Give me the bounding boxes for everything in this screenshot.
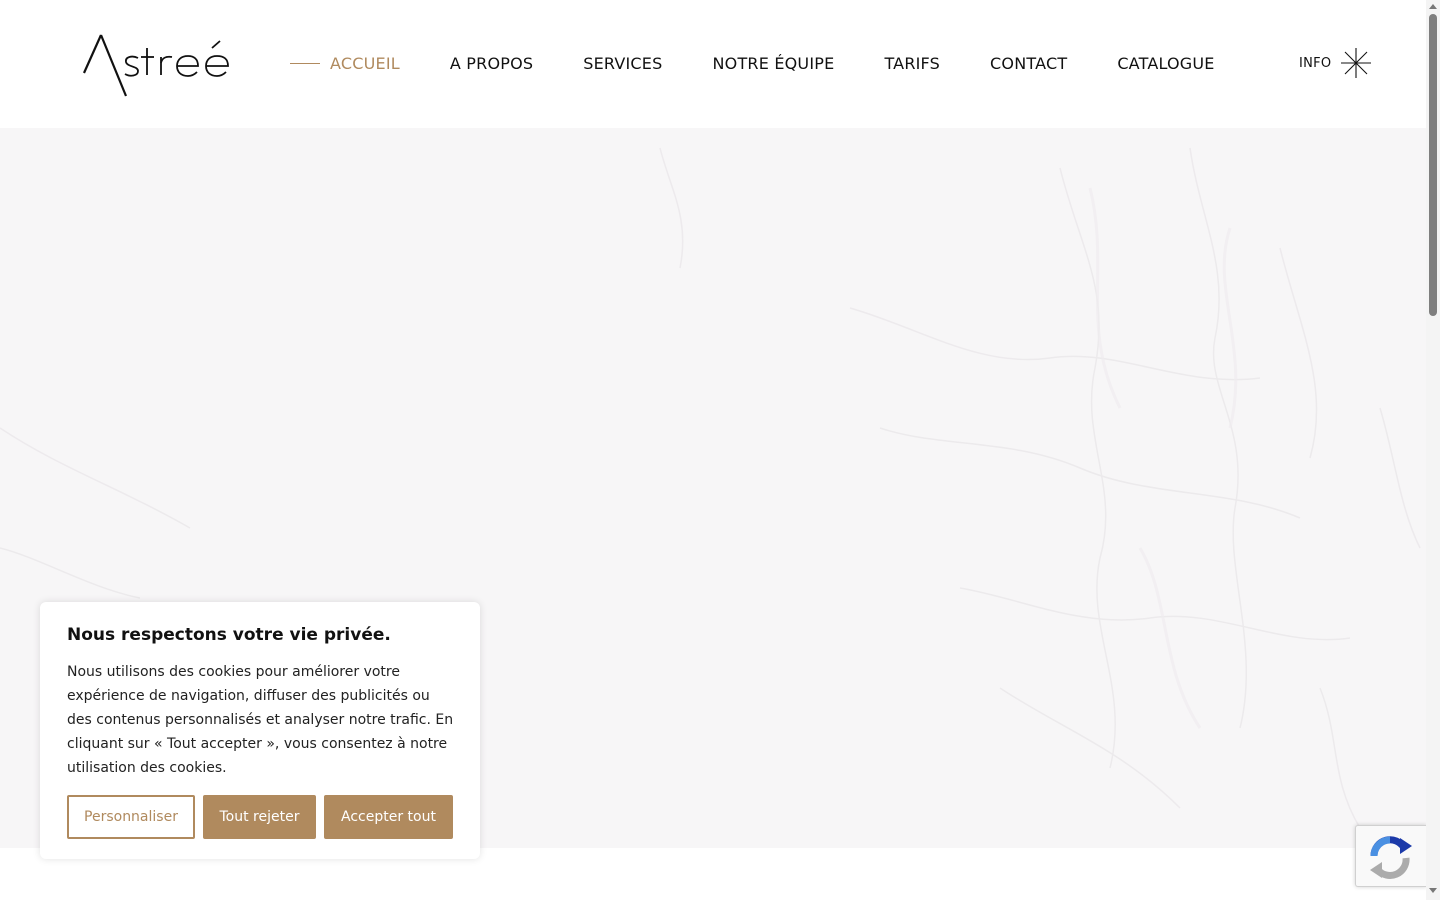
nav-item-services[interactable]: SERVICES (583, 54, 662, 73)
active-indicator-line (290, 62, 320, 64)
main-nav: ACCUEIL A PROPOS SERVICES NOTRE ÉQUIPE T… (290, 50, 1215, 76)
recaptcha-badge[interactable] (1355, 825, 1427, 887)
info-label: INFO (1299, 55, 1332, 71)
info-toggle[interactable]: INFO (1299, 44, 1373, 82)
asterisk-star-icon (1341, 48, 1372, 78)
cookie-consent-banner: Nous respectons votre vie privée. Nous u… (40, 602, 480, 859)
astree-logo-icon (82, 34, 229, 97)
nav-item-label: ACCUEIL (330, 53, 400, 73)
scrollbar-thumb[interactable] (1429, 14, 1437, 316)
scroll-up-arrow-icon[interactable] (1429, 4, 1437, 9)
nav-item-notre-equipe[interactable]: NOTRE ÉQUIPE (712, 54, 834, 73)
site-header: ACCUEIL A PROPOS SERVICES NOTRE ÉQUIPE T… (0, 0, 1426, 128)
cookie-banner-actions: Personnaliser Tout rejeter Accepter tout (67, 795, 453, 839)
reject-all-cookies-button[interactable]: Tout rejeter (203, 795, 316, 839)
page: ACCUEIL A PROPOS SERVICES NOTRE ÉQUIPE T… (0, 0, 1440, 900)
nav-item-a-propos[interactable]: A PROPOS (450, 54, 533, 73)
scroll-down-arrow-icon[interactable] (1429, 888, 1437, 893)
cookie-banner-title: Nous respectons votre vie privée. (67, 625, 391, 645)
recaptcha-icon (1370, 836, 1412, 879)
site-logo[interactable] (80, 28, 240, 100)
nav-item-tarifs[interactable]: TARIFS (884, 54, 940, 73)
cookie-banner-text: Nous utilisons des cookies pour améliore… (67, 664, 454, 776)
nav-item-catalogue[interactable]: CATALOGUE (1117, 54, 1214, 73)
nav-item-contact[interactable]: CONTACT (990, 54, 1067, 73)
accept-all-cookies-button[interactable]: Accepter tout (324, 795, 453, 839)
vertical-scrollbar[interactable] (1426, 0, 1440, 900)
customize-cookies-button[interactable]: Personnaliser (67, 795, 195, 839)
nav-item-accueil[interactable]: ACCUEIL (290, 54, 400, 73)
